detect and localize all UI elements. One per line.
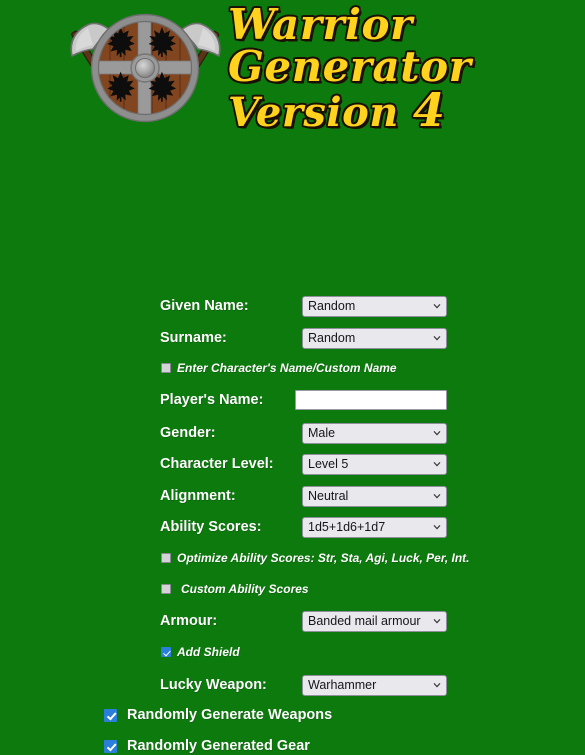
field-row-armour: Armour: Banded mail armour <box>160 610 447 632</box>
player-name-label: Player's Name: <box>160 391 264 408</box>
warrior-generator-page: { "app": { "title_line1": "Warrior", "ti… <box>0 0 585 754</box>
random-gear-checkbox-label: Randomly Generated Gear <box>127 738 310 754</box>
lucky-weapon-label: Lucky Weapon: <box>160 676 267 693</box>
armour-select[interactable]: Banded mail armour <box>302 610 447 632</box>
custom-abilities-checkbox[interactable] <box>161 584 171 594</box>
field-row-given-name: Given Name: Random <box>160 295 447 317</box>
gender-label: Gender: <box>160 424 216 441</box>
field-row-ability-scores: Ability Scores: 1d5+1d6+1d7 <box>160 516 447 538</box>
field-row-player-name: Player's Name: <box>160 389 447 411</box>
add-shield-checkbox-label: Add Shield <box>177 645 240 659</box>
given-name-select-wrap: Random <box>302 295 447 317</box>
custom-abilities-checkbox-label: Custom Ability Scores <box>181 582 309 596</box>
ability-scores-select[interactable]: 1d5+1d6+1d7 <box>302 516 447 538</box>
checkbox-row-custom-name: Enter Character's Name/Custom Name <box>161 359 397 377</box>
ability-scores-select-wrap: 1d5+1d6+1d7 <box>302 516 447 538</box>
field-row-surname: Surname: Random <box>160 327 447 349</box>
armour-select-wrap: Banded mail armour <box>302 610 447 632</box>
title-version-number: 4 <box>412 83 446 138</box>
field-row-character-level: Character Level: Level 5 <box>160 453 447 475</box>
given-name-label: Given Name: <box>160 297 249 314</box>
lucky-weapon-select[interactable]: Warhammer <box>302 674 447 696</box>
checkbox-row-random-gear: Randomly Generated Gear <box>104 737 310 755</box>
character-level-select[interactable]: Level 5 <box>302 453 447 475</box>
checkbox-row-add-shield: Add Shield <box>161 643 240 661</box>
alignment-label: Alignment: <box>160 487 236 504</box>
field-row-alignment: Alignment: Neutral <box>160 485 447 507</box>
shield-with-crossed-axes-logo <box>63 8 228 134</box>
optimize-abilities-checkbox-label: Optimize Ability Scores: Str, Sta, Agi, … <box>177 551 470 565</box>
gender-select-wrap: Male <box>302 422 447 444</box>
random-weapons-checkbox-label: Randomly Generate Weapons <box>127 707 333 723</box>
random-gear-checkbox[interactable] <box>104 739 117 753</box>
surname-select-wrap: Random <box>302 327 447 349</box>
surname-select[interactable]: Random <box>302 327 447 349</box>
character-level-select-wrap: Level 5 <box>302 453 447 475</box>
page-header: Warrior Generator Version 4 <box>0 0 585 140</box>
title-line-1: Warrior <box>228 0 413 49</box>
field-row-gender: Gender: Male <box>160 422 447 444</box>
optimize-abilities-checkbox[interactable] <box>161 553 171 563</box>
field-row-lucky-weapon: Lucky Weapon: Warhammer <box>160 674 447 696</box>
title-line-2: Generator <box>228 42 472 92</box>
title-version-word: Version <box>228 89 399 137</box>
gender-select[interactable]: Male <box>302 422 447 444</box>
surname-label: Surname: <box>160 329 227 346</box>
title-line-3: Version 4 <box>228 83 578 138</box>
armour-label: Armour: <box>160 612 218 629</box>
ability-scores-label: Ability Scores: <box>160 518 262 535</box>
custom-name-checkbox-label: Enter Character's Name/Custom Name <box>177 361 397 375</box>
add-shield-checkbox[interactable] <box>161 647 171 657</box>
alignment-select-wrap: Neutral <box>302 485 447 507</box>
shield-body <box>90 13 200 123</box>
player-name-input[interactable] <box>295 390 447 410</box>
checkbox-row-custom-abilities: Custom Ability Scores <box>161 580 309 598</box>
given-name-select[interactable]: Random <box>302 295 447 317</box>
page-title: Warrior Generator Version 4 <box>228 0 578 138</box>
checkbox-row-random-weapons: Randomly Generate Weapons <box>104 706 332 724</box>
lucky-weapon-select-wrap: Warhammer <box>302 674 447 696</box>
checkbox-row-optimize-abilities: Optimize Ability Scores: Str, Sta, Agi, … <box>161 549 470 567</box>
custom-name-checkbox[interactable] <box>161 363 171 373</box>
random-weapons-checkbox[interactable] <box>104 708 117 722</box>
character-level-label: Character Level: <box>160 455 274 472</box>
alignment-select[interactable]: Neutral <box>302 485 447 507</box>
